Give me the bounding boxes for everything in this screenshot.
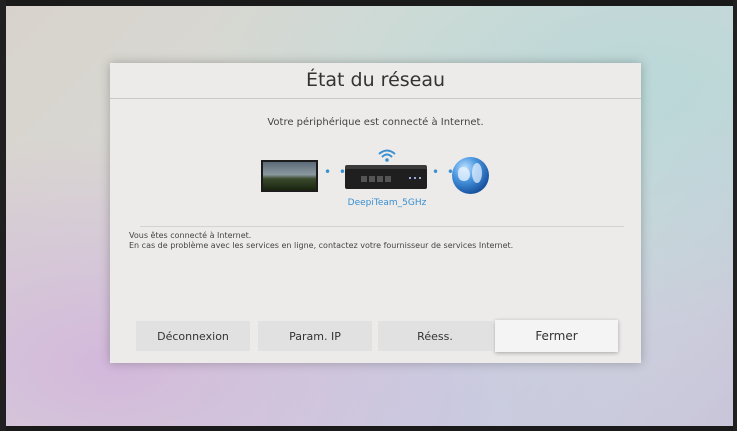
globe-continent	[458, 167, 470, 181]
router-top	[345, 165, 427, 169]
disconnect-button[interactable]: Déconnexion	[136, 321, 250, 351]
connection-status-text: Votre périphérique est connecté à Intern…	[267, 117, 484, 128]
network-diagram: • • • • • • DeepiTeam_5GHz	[110, 147, 641, 208]
router-port	[369, 176, 375, 182]
globe-continent	[472, 163, 482, 183]
dialog-title: État du réseau	[305, 69, 446, 91]
tv-screen	[263, 162, 316, 190]
screen-bezel-right	[733, 0, 737, 431]
network-status-dialog: État du réseau Votre périphérique est co…	[110, 63, 641, 363]
router-port	[385, 176, 391, 182]
router-port	[361, 176, 367, 182]
info-line-connected: Vous êtes connecté à Internet.	[129, 231, 252, 240]
router-led	[419, 177, 421, 179]
wifi-icon	[378, 149, 396, 162]
tv-icon	[261, 160, 318, 192]
router-icon	[345, 165, 427, 189]
ip-settings-button[interactable]: Param. IP	[258, 321, 372, 351]
screen-bezel-left	[0, 0, 6, 431]
info-text: Vous êtes connecté à Internet. En cas de…	[129, 231, 513, 251]
globe-icon	[452, 157, 489, 194]
router-led	[414, 177, 416, 179]
info-divider	[140, 226, 624, 227]
router-port	[377, 176, 383, 182]
info-line-help: En cas de problème avec les services en …	[129, 241, 514, 250]
title-divider	[110, 98, 641, 99]
network-name: DeepiTeam_5GHz	[347, 198, 427, 208]
retry-button[interactable]: Réess.	[378, 321, 492, 351]
screen-bezel-bottom	[0, 426, 737, 431]
close-button[interactable]: Fermer	[495, 320, 618, 352]
screen-bezel-top	[0, 0, 737, 6]
router-led	[409, 177, 411, 179]
